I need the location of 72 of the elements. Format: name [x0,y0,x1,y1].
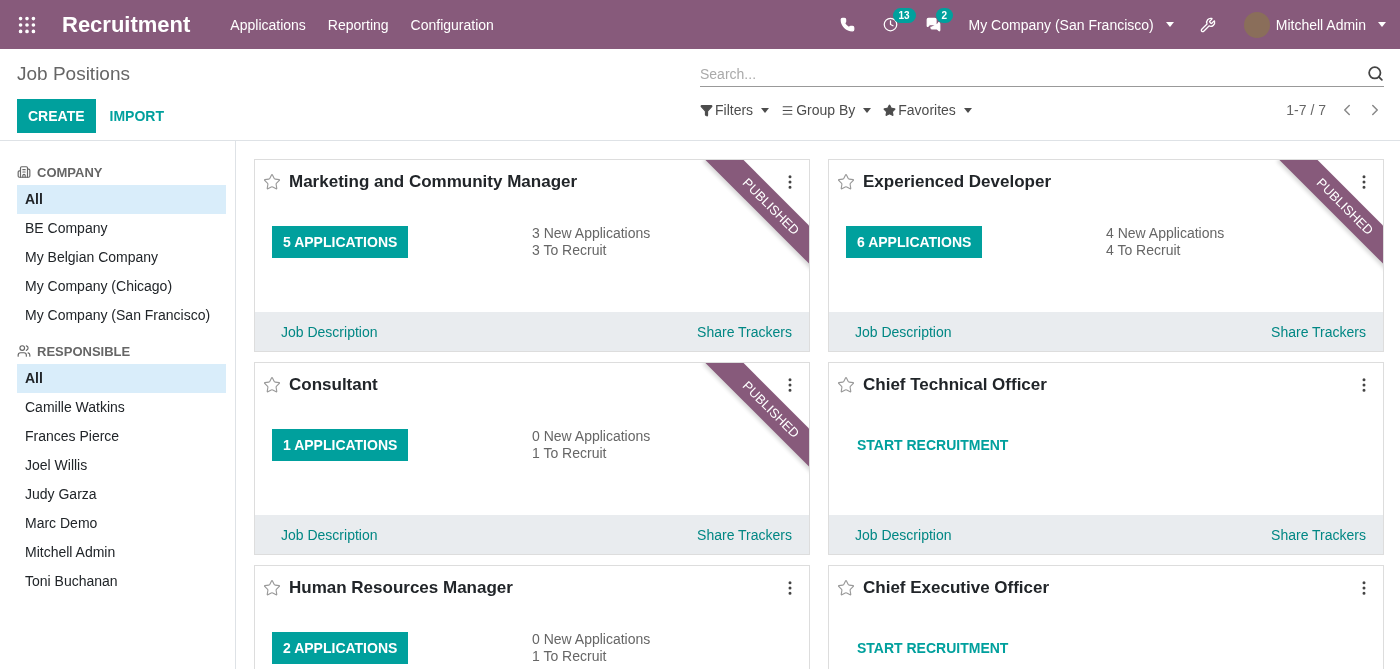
to-recruit-text: 4 To Recruit [1106,241,1181,260]
job-title: Chief Technical Officer [863,375,1048,395]
sidebar-item[interactable]: All [17,185,226,214]
sidebar-item[interactable]: Marc Demo [17,509,226,538]
sidebar-item[interactable]: My Belgian Company [17,243,226,272]
job-description-link[interactable]: Job Description [855,526,952,543]
share-trackers-link[interactable]: Share Trackers [697,526,792,543]
create-button[interactable]: CREATE [17,99,96,133]
star-icon[interactable] [837,579,855,597]
nav-menu-item[interactable]: Applications [230,16,306,33]
share-trackers-link[interactable]: Share Trackers [697,323,792,340]
share-trackers-link[interactable]: Share Trackers [1271,323,1366,340]
sidebar-item[interactable]: My Company (Chicago) [17,272,226,301]
new-applications-link[interactable]: 4 New Applications [1106,223,1225,243]
star-icon [883,103,897,117]
to-recruit-text: 1 To Recruit [532,444,607,463]
tools-icon[interactable] [1199,16,1216,33]
filter-dropdown[interactable]: Group By [781,102,872,118]
new-applications-link[interactable]: 3 New Applications [532,223,651,243]
search-icon[interactable] [1367,65,1384,82]
star-icon[interactable] [263,173,281,191]
nav-menu-item[interactable]: Reporting [327,16,389,33]
job-description-link[interactable]: Job Description [281,323,378,340]
phone-icon[interactable] [839,17,855,32]
star-icon[interactable] [837,376,855,394]
applications-button[interactable]: 6 APPLICATIONS [846,226,983,258]
message-count-badge: 2 [935,8,954,23]
section-title: RESPONSIBLE [37,343,131,359]
sidebar-item[interactable]: Frances Pierce [17,422,226,451]
app-title: Recruitment [62,11,191,38]
filter-dropdown[interactable]: Filters [700,102,770,118]
applications-button[interactable]: 2 APPLICATIONS [272,632,409,664]
job-title: Chief Executive Officer [863,578,1051,598]
clock-icon[interactable] [882,17,898,32]
to-recruit-text: 3 To Recruit [532,241,607,260]
sidebar-item[interactable]: Judy Garza [17,480,226,509]
user-menu[interactable]: Mitchell Admin [1275,16,1386,33]
star-icon[interactable] [263,376,281,394]
company-switcher[interactable]: My Company (San Francisco) [968,16,1174,33]
nav-menu-item[interactable]: Configuration [410,16,494,33]
job-description-link[interactable]: Job Description [281,526,378,543]
sidebar-item[interactable]: Toni Buchanan [17,567,226,596]
section-title: COMPANY [37,164,103,180]
new-applications-link[interactable]: 0 New Applications [532,629,651,649]
import-button[interactable]: IMPORT [95,99,178,133]
job-title: Human Resources Manager [289,578,514,598]
new-applications-link[interactable]: 0 New Applications [532,426,651,446]
sidebar-item[interactable]: My Company (San Francisco) [17,301,226,330]
star-icon[interactable] [263,579,281,597]
filter-icon [700,103,713,117]
applications-button[interactable]: 5 APPLICATIONS [272,226,409,258]
sidebar-item[interactable]: Camille Watkins [17,393,226,422]
start-recruitment-button[interactable]: START RECRUITMENT [846,429,1020,461]
to-recruit-text: 1 To Recruit [532,647,607,666]
user-avatar [1243,11,1270,38]
sidebar-item[interactable]: Mitchell Admin [17,538,226,567]
star-icon[interactable] [837,173,855,191]
chat-icon[interactable] [925,17,941,32]
sidebar-item[interactable]: BE Company [17,214,226,243]
start-recruitment-button[interactable]: START RECRUITMENT [846,632,1020,664]
building-icon [17,165,31,179]
activity-count-badge: 13 [892,8,916,23]
sidebar-item[interactable]: All [17,364,226,393]
users-icon [17,344,31,358]
pager-text: 1-7 / 7 [1286,102,1326,118]
filter-dropdown[interactable]: Favorites [883,102,972,118]
list-icon [781,103,795,117]
share-trackers-link[interactable]: Share Trackers [1271,526,1366,543]
job-description-link[interactable]: Job Description [855,323,952,340]
applications-button[interactable]: 1 APPLICATIONS [272,429,409,461]
sidebar-item[interactable]: Joel Willis [17,451,226,480]
breadcrumb: Job Positions [17,63,131,85]
